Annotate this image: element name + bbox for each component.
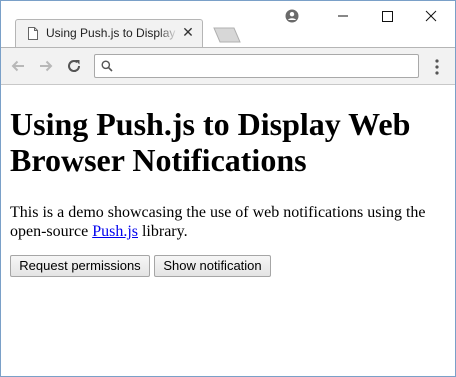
close-icon[interactable] <box>414 1 450 31</box>
page-icon <box>28 27 38 40</box>
back-arrow-icon[interactable] <box>9 57 27 75</box>
kebab-menu-icon[interactable] <box>433 58 441 76</box>
title-bar: Using Push.js to Display Web Browser Not… <box>1 1 455 47</box>
tab-title: Using Push.js to Display Web Browser Not… <box>46 26 178 40</box>
page-content: Using Push.js to Display Web Browser Not… <box>1 85 455 376</box>
intro-text: This is a demo showcasing the use of web… <box>10 204 426 240</box>
account-icon[interactable] <box>285 9 299 23</box>
intro-text-end: library. <box>137 223 188 240</box>
reload-icon[interactable] <box>65 57 83 75</box>
browser-toolbar <box>1 47 455 85</box>
show-notification-button[interactable]: Show notification <box>154 255 271 277</box>
active-tab[interactable]: Using Push.js to Display Web Browser Not… <box>15 19 203 47</box>
address-input[interactable] <box>119 57 413 75</box>
pushjs-link[interactable]: Push.js <box>92 223 138 240</box>
intro-paragraph: This is a demo showcasing the use of web… <box>10 203 450 241</box>
tab-close-icon[interactable]: ✕ <box>180 25 196 41</box>
request-permissions-button[interactable]: Request permissions <box>10 255 150 277</box>
page-title: Using Push.js to Display Web Browser Not… <box>10 106 411 178</box>
search-icon <box>101 60 113 72</box>
forward-arrow-icon[interactable] <box>37 57 55 75</box>
minimize-icon[interactable] <box>326 1 362 31</box>
browser-window: Using Push.js to Display Web Browser Not… <box>0 0 456 377</box>
address-bar[interactable] <box>94 54 419 78</box>
maximize-icon[interactable] <box>370 1 406 31</box>
new-tab-button[interactable] <box>213 27 241 43</box>
